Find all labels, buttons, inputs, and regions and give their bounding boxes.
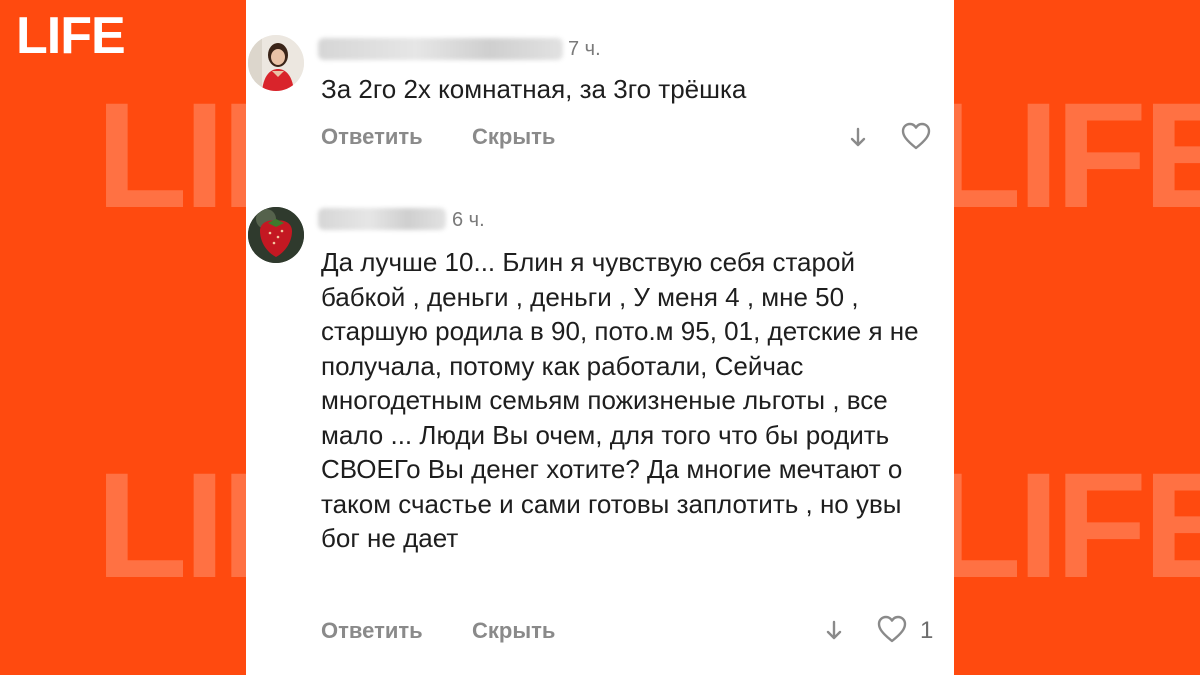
comments-panel: 7 ч. За 2го 2х комнатная, за 3го трёшка … <box>246 0 954 675</box>
hide-button[interactable]: Скрыть <box>472 124 555 150</box>
comment-text: За 2го 2х комнатная, за 3го трёшка <box>321 74 747 104</box>
down-arrow-icon[interactable] <box>824 617 844 648</box>
down-arrow-icon[interactable] <box>848 124 868 155</box>
username-redacted[interactable] <box>318 208 446 230</box>
comment-time: 7 ч. <box>568 38 601 60</box>
avatar[interactable] <box>248 207 304 263</box>
comment-text: Да лучше 10... Блин я чувствую себя стар… <box>321 247 919 553</box>
avatar[interactable] <box>248 35 304 91</box>
comment-time: 6 ч. <box>452 209 485 231</box>
watermark-right-top: LIFE <box>930 71 1200 239</box>
username-redacted[interactable] <box>318 38 563 60</box>
reply-button[interactable]: Ответить <box>321 618 423 644</box>
watermark-right-bottom: LIFE <box>930 441 1200 609</box>
hide-button[interactable]: Скрыть <box>472 618 555 644</box>
heart-icon[interactable] <box>900 121 932 156</box>
like-count: 1 <box>920 617 934 644</box>
life-logo: LIFE <box>16 7 126 65</box>
heart-icon[interactable] <box>876 614 908 649</box>
reply-button[interactable]: Ответить <box>321 124 423 150</box>
